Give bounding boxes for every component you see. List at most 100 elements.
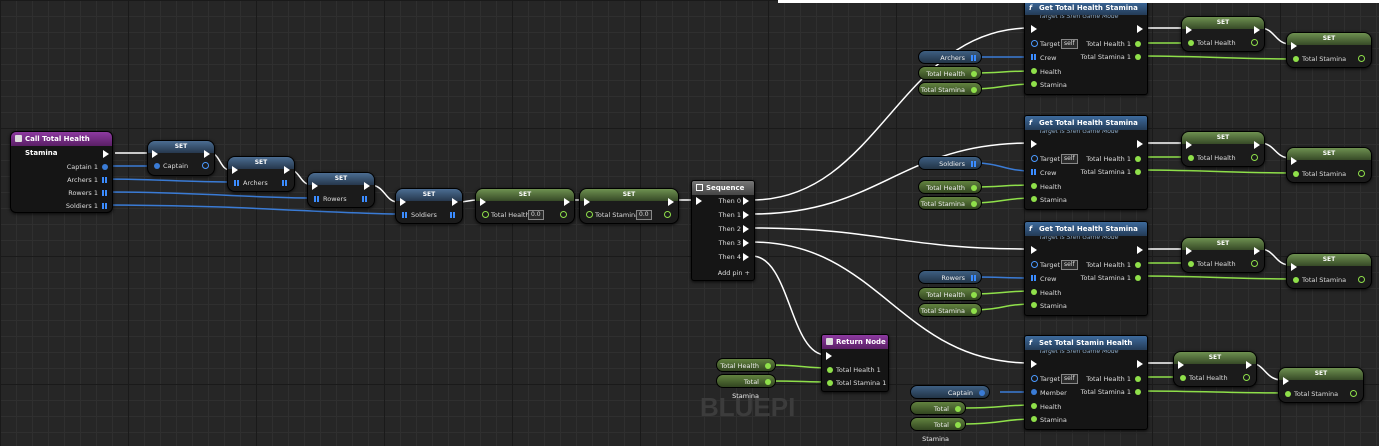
exec-in-pin[interactable] — [232, 166, 238, 174]
var-out-pin[interactable] — [955, 422, 961, 428]
exec-out-pin[interactable] — [103, 150, 109, 158]
self-value[interactable]: self — [1061, 260, 1078, 270]
exec-in-pin[interactable] — [1031, 140, 1037, 148]
total-health-in-pin[interactable] — [1188, 40, 1194, 46]
total-stamina-in-pin[interactable] — [586, 211, 593, 218]
exec-out-pin[interactable] — [1359, 157, 1365, 165]
then-1-pin[interactable] — [743, 211, 749, 219]
exec-out-pin[interactable] — [1359, 263, 1365, 271]
total-health-1-out-pin[interactable] — [1135, 376, 1141, 382]
exec-in-pin[interactable] — [1031, 246, 1037, 254]
captain-1-pin[interactable] — [102, 164, 108, 170]
rowers-out-pin[interactable] — [362, 196, 368, 202]
right-set-health-2[interactable]: SET Total Health — [1181, 237, 1265, 273]
stamina-pin[interactable] — [1031, 416, 1037, 422]
total-health-in-pin[interactable] — [1188, 155, 1194, 161]
soldiers-1-pin[interactable] — [102, 203, 108, 209]
right-set-stamina-3[interactable]: SET Total Stamina — [1278, 367, 1364, 403]
total-stamina-1-out-pin[interactable] — [1135, 275, 1141, 281]
var-health-1[interactable]: Total Health — [918, 180, 982, 194]
set-soldiers-node[interactable]: SET Soldiers — [395, 188, 463, 224]
stamina-pin[interactable] — [1031, 302, 1037, 308]
total-stamina-in-pin[interactable] — [1285, 391, 1291, 397]
archers-1-pin[interactable] — [102, 177, 108, 183]
var-crew-2[interactable]: Rowers — [918, 270, 982, 284]
total-health-1-pin[interactable] — [827, 367, 833, 373]
then-3-pin[interactable] — [743, 239, 749, 247]
exec-out-pin[interactable] — [1254, 26, 1260, 34]
then-4-pin[interactable] — [743, 253, 749, 261]
exec-in-pin[interactable] — [152, 150, 158, 158]
archers-in-pin[interactable] — [234, 180, 240, 186]
soldiers-in-pin[interactable] — [402, 212, 408, 218]
self-value[interactable]: self — [1061, 374, 1078, 384]
self-value[interactable]: self — [1061, 154, 1078, 164]
total-stamina-in-pin[interactable] — [1293, 277, 1299, 283]
var-out-pin[interactable] — [971, 87, 977, 93]
total-stamina-out-pin[interactable] — [1358, 170, 1365, 177]
exec-in-pin[interactable] — [696, 197, 702, 205]
exec-in-pin[interactable] — [1031, 25, 1037, 33]
total-stamina-out-pin[interactable] — [1350, 390, 1357, 397]
exec-in-pin[interactable] — [1186, 247, 1192, 255]
set-captain-node[interactable]: SET Captain — [147, 140, 215, 176]
exec-out-pin[interactable] — [1137, 246, 1143, 254]
var-out-pin[interactable] — [955, 406, 961, 412]
stamina-pin[interactable] — [1031, 81, 1037, 87]
exec-in-pin[interactable] — [1178, 361, 1184, 369]
var-out-pin[interactable] — [971, 71, 977, 77]
exec-in-pin[interactable] — [1291, 42, 1297, 50]
var-health-0[interactable]: Total Health — [918, 66, 982, 80]
set-archers-node[interactable]: SET Archers — [227, 156, 295, 192]
exec-out-pin[interactable] — [1359, 42, 1365, 50]
exec-out-pin[interactable] — [1254, 247, 1260, 255]
exec-out-pin[interactable] — [1137, 140, 1143, 148]
archers-out-pin[interactable] — [282, 180, 288, 186]
right-set-stamina-2[interactable]: SET Total Stamina — [1286, 253, 1372, 289]
var-stamina-3[interactable]: Total Stamina — [910, 417, 966, 443]
exec-out-pin[interactable] — [564, 198, 570, 206]
crew-pin[interactable] — [1031, 169, 1037, 175]
exec-out-pin[interactable] — [284, 166, 290, 174]
health-pin[interactable] — [1031, 403, 1037, 409]
exec-out-pin[interactable] — [1137, 25, 1143, 33]
captain-out-pin[interactable] — [202, 162, 209, 169]
health-pin[interactable] — [1031, 183, 1037, 189]
sequence-node[interactable]: Sequence Then 0 Then 1 Then 2 Then 3 The… — [691, 180, 755, 281]
var-crew-3[interactable]: Captain — [910, 385, 990, 399]
exec-out-pin[interactable] — [204, 150, 210, 158]
total-stamina-value[interactable]: 0.0 — [636, 210, 652, 220]
var-out-pin[interactable] — [765, 379, 771, 385]
var-out-pin[interactable] — [971, 161, 977, 167]
total-stamina-1-out-pin[interactable] — [1135, 54, 1141, 60]
total-health-out-pin[interactable] — [1251, 154, 1258, 161]
var-out-pin[interactable] — [971, 201, 977, 207]
crew-pin[interactable] — [1031, 54, 1037, 60]
var-stamina-1[interactable]: Total Stamina — [918, 196, 982, 210]
total-stamina-1-out-pin[interactable] — [1135, 169, 1141, 175]
add-pin-button[interactable]: Add pin + — [718, 269, 750, 277]
total-stamina-1-out-pin[interactable] — [1135, 389, 1141, 395]
function-node-0[interactable]: f Get Total Health Stamina Target is Sren… — [1024, 0, 1148, 95]
exec-in-pin[interactable] — [312, 182, 318, 190]
exec-in-pin[interactable] — [1031, 360, 1037, 368]
exec-out-pin[interactable] — [364, 182, 370, 190]
target-pin[interactable] — [1031, 375, 1038, 382]
var-total-stamina[interactable]: Total Stamina — [716, 374, 776, 400]
rowers-1-pin[interactable] — [102, 190, 108, 196]
right-set-health-1[interactable]: SET Total Health — [1181, 131, 1265, 167]
total-stamina-out-pin[interactable] — [664, 211, 671, 218]
self-value[interactable]: self — [1061, 39, 1078, 49]
captain-in-pin[interactable] — [154, 163, 160, 169]
var-health-3[interactable]: Total Health — [910, 401, 966, 427]
then-2-pin[interactable] — [743, 225, 749, 233]
health-pin[interactable] — [1031, 68, 1037, 74]
exec-in-pin[interactable] — [400, 198, 406, 206]
exec-out-pin[interactable] — [1351, 377, 1357, 385]
crew-pin[interactable] — [1031, 389, 1037, 395]
exec-in-pin[interactable] — [584, 198, 590, 206]
var-out-pin[interactable] — [971, 308, 977, 314]
total-health-out-pin[interactable] — [1243, 374, 1250, 381]
stamina-pin[interactable] — [1031, 196, 1037, 202]
target-pin[interactable] — [1031, 155, 1038, 162]
